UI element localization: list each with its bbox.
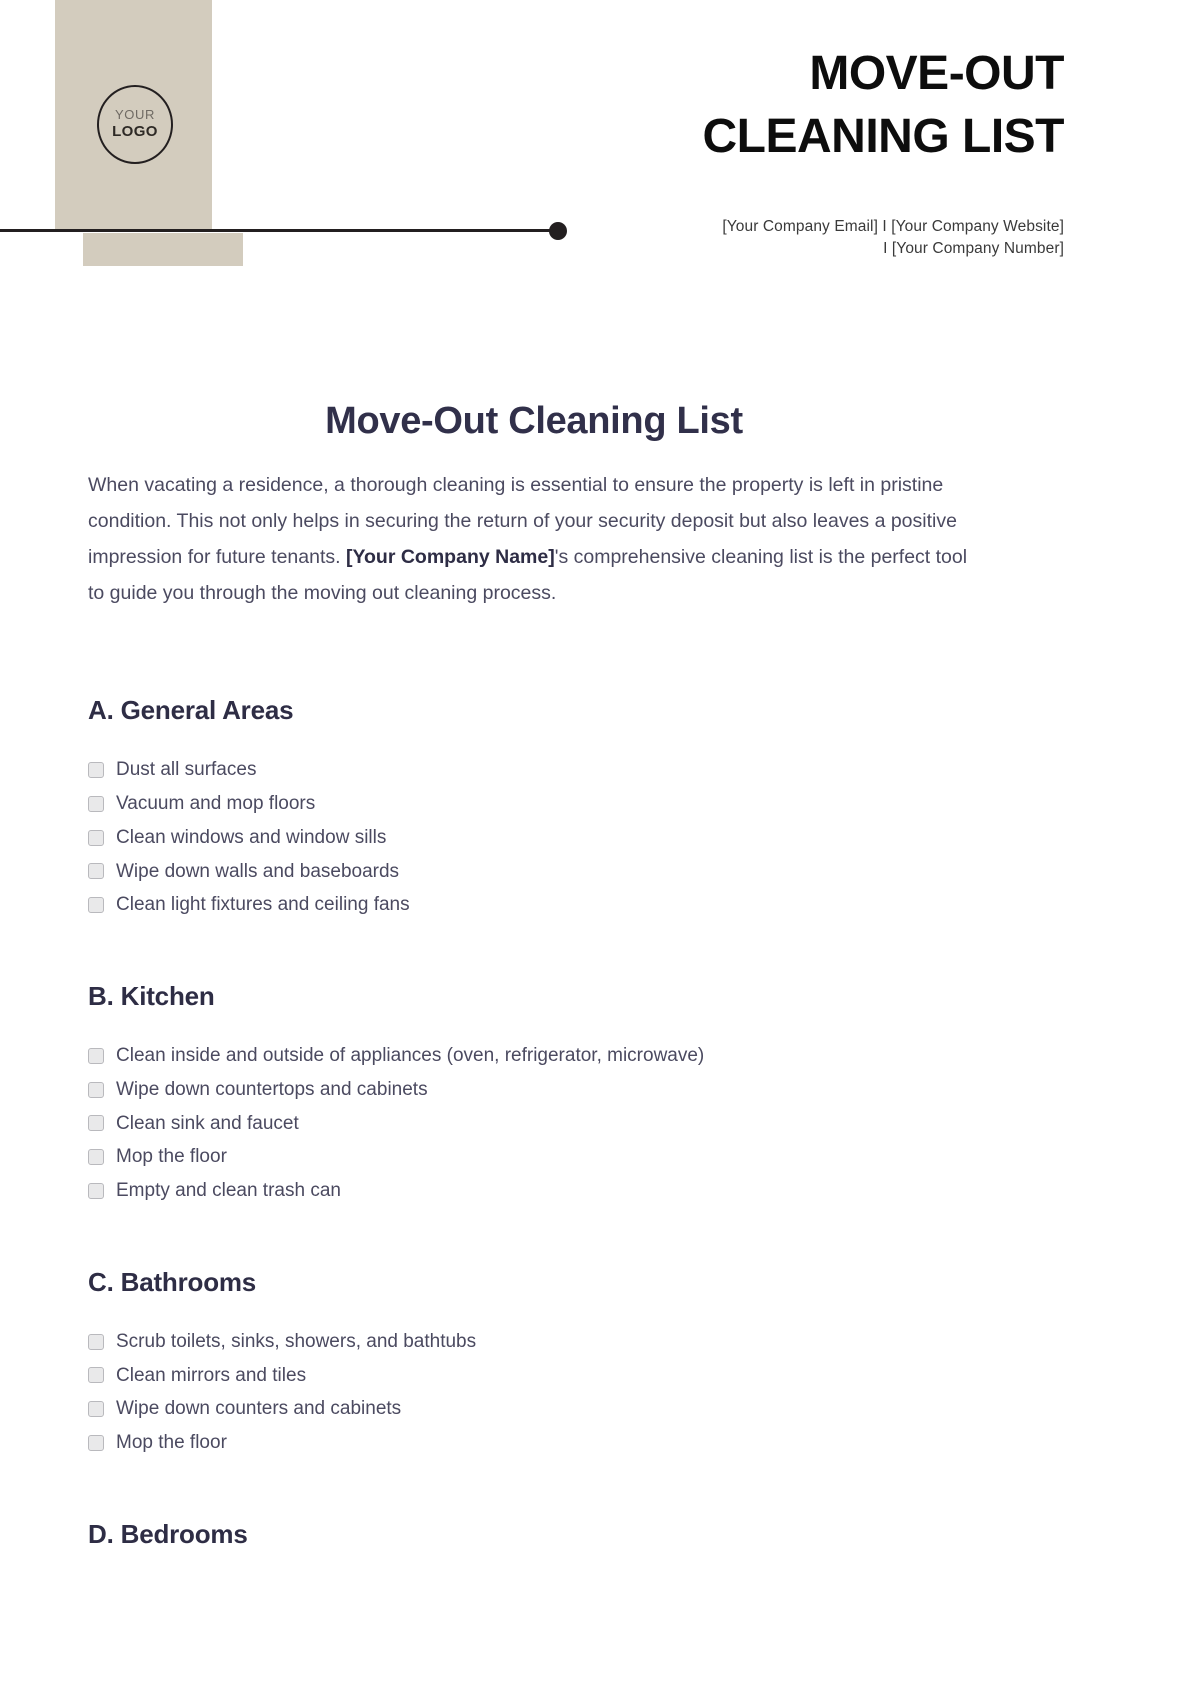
checkbox-icon[interactable] (88, 829, 104, 846)
checklist-item-label: Wipe down counters and cabinets (116, 1398, 402, 1420)
checklist-item-label: Wipe down countertops and cabinets (116, 1078, 428, 1100)
logo-placeholder: YOUR LOGO (97, 85, 173, 164)
header-title: MOVE-OUT CLEANING LIST (444, 42, 1065, 169)
header-divider-dot-icon (549, 222, 567, 240)
header-contact-info: [Your Company Email] I [Your Company Web… (644, 216, 1064, 260)
list-item[interactable]: Empty and clean trash can (88, 1179, 1080, 1203)
checkbox-icon[interactable] (88, 1434, 104, 1451)
list-item[interactable]: Clean windows and window sills (88, 826, 1080, 850)
contact-line-1: [Your Company Email] I [Your Company Web… (722, 218, 1064, 235)
logo-line-2: LOGO (112, 123, 158, 141)
header-title-line-1: MOVE-OUT (809, 47, 1064, 100)
checkbox-icon[interactable] (88, 1182, 104, 1199)
checklist-item-label: Dust all surfaces (116, 759, 257, 781)
contact-line-2: I [Your Company Number] (883, 240, 1064, 257)
document-body: Move-Out Cleaning List When vacating a r… (0, 300, 1200, 1550)
checklist-item-label: Empty and clean trash can (116, 1180, 341, 1201)
section-heading-d: D. Bedrooms (88, 1518, 248, 1549)
list-item[interactable]: Clean inside and outside of appliances (… (88, 1044, 1080, 1068)
logo-line-1: YOUR (115, 107, 155, 123)
header-title-line-2: CLEANING LIST (702, 110, 1065, 164)
checkbox-icon[interactable] (88, 1333, 104, 1350)
checkbox-icon[interactable] (88, 863, 104, 880)
section-general-areas: A. General Areas Dust all surfaces Vacuu… (88, 695, 1080, 917)
checklist-kitchen: Clean inside and outside of appliances (… (88, 1044, 1080, 1203)
checklist-item-label: Scrub toilets, sinks, showers, and batht… (116, 1330, 477, 1352)
document-header: YOUR LOGO MOVE-OUT CLEANING LIST [Your C… (0, 0, 1200, 300)
checkbox-icon[interactable] (88, 1149, 104, 1166)
list-item[interactable]: Wipe down countertops and cabinets (88, 1078, 1080, 1102)
checkbox-icon[interactable] (88, 1047, 104, 1064)
header-divider-line (0, 229, 556, 232)
checklist-item-label: Clean sink and faucet (116, 1112, 299, 1134)
section-heading-b: B. Kitchen (88, 981, 215, 1011)
checklist-item-label: Mop the floor (116, 1146, 227, 1168)
checklist-item-label: Clean mirrors and tiles (116, 1364, 307, 1386)
list-item[interactable]: Mop the floor (88, 1431, 1080, 1455)
list-item[interactable]: Dust all surfaces (88, 758, 1080, 782)
list-item[interactable]: Wipe down counters and cabinets (88, 1397, 1080, 1421)
section-bathrooms: C. Bathrooms Scrub toilets, sinks, showe… (88, 1267, 1080, 1455)
checklist-item-label: Clean light fixtures and ceiling fans (116, 894, 410, 916)
checkbox-icon[interactable] (88, 897, 104, 914)
list-item[interactable]: Clean mirrors and tiles (88, 1364, 1080, 1388)
checkbox-icon[interactable] (88, 1081, 104, 1098)
list-item[interactable]: Wipe down walls and baseboards (88, 860, 1080, 884)
checklist-item-label: Clean windows and window sills (116, 826, 387, 848)
beige-block-lower (83, 233, 243, 266)
list-item[interactable]: Scrub toilets, sinks, showers, and batht… (88, 1330, 1080, 1354)
checklist-item-label: Wipe down walls and baseboards (116, 860, 400, 882)
checkbox-icon[interactable] (88, 1367, 104, 1384)
intro-company-placeholder: [Your Company Name] (345, 546, 555, 569)
list-item[interactable]: Clean sink and faucet (88, 1112, 1080, 1136)
list-item[interactable]: Vacuum and mop floors (88, 792, 1080, 816)
section-bedrooms: D. Bedrooms (88, 1519, 1080, 1550)
section-kitchen: B. Kitchen Clean inside and outside of a… (88, 981, 1080, 1203)
checklist-item-label: Clean inside and outside of appliances (… (116, 1045, 705, 1066)
section-heading-a: A. General Areas (88, 695, 294, 726)
checkbox-icon[interactable] (88, 762, 104, 779)
page-title: Move-Out Cleaning List (325, 400, 743, 442)
checklist-bathrooms: Scrub toilets, sinks, showers, and batht… (88, 1330, 1080, 1455)
list-item[interactable]: Mop the floor (88, 1145, 1080, 1169)
list-item[interactable]: Clean light fixtures and ceiling fans (88, 893, 1080, 917)
intro-paragraph: When vacating a residence, a thorough cl… (88, 467, 983, 611)
checklist-general-areas: Dust all surfaces Vacuum and mop floors … (88, 758, 1080, 917)
checkbox-icon[interactable] (88, 795, 104, 812)
checklist-item-label: Mop the floor (116, 1432, 227, 1453)
checklist-item-label: Vacuum and mop floors (116, 793, 316, 814)
checkbox-icon[interactable] (88, 1401, 104, 1418)
checkbox-icon[interactable] (88, 1115, 104, 1132)
section-heading-c: C. Bathrooms (88, 1266, 257, 1297)
